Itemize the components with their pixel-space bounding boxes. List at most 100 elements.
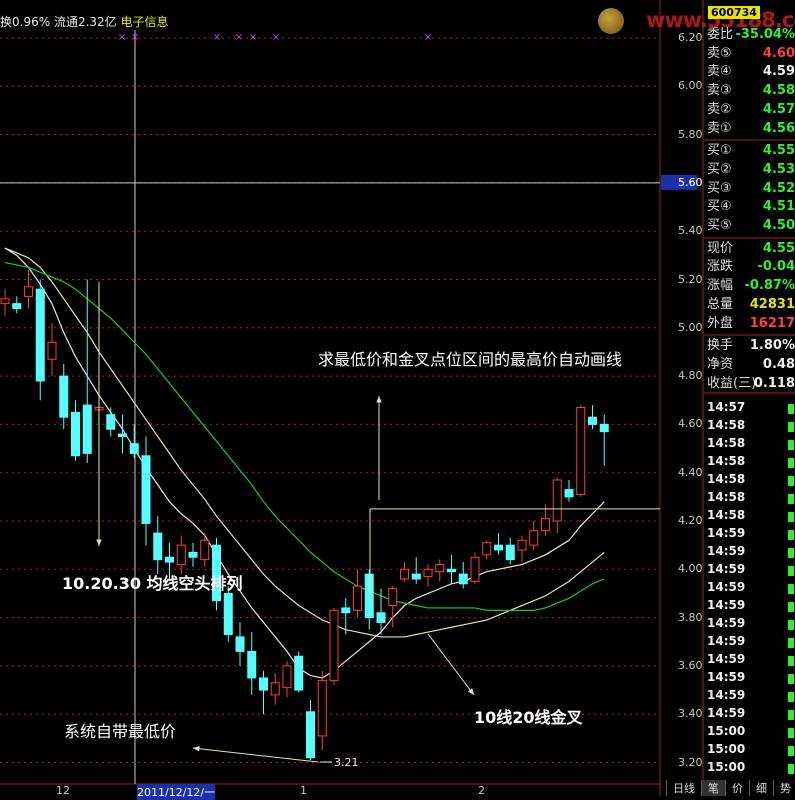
candle (1, 289, 9, 316)
stock-code[interactable]: 600734 (708, 6, 760, 19)
header-turnover: 换0.96% (0, 15, 50, 29)
candle-body (542, 519, 550, 531)
candle (412, 557, 420, 584)
order-book-row: 净资0.48 (705, 356, 795, 374)
tick-time: 14:58 (707, 418, 745, 432)
tick-direction-icon (788, 566, 794, 576)
kline-chart[interactable]: ×××××××3.21 (0, 0, 795, 796)
tick-direction-icon (788, 746, 794, 756)
tick-time: 15:00 (707, 724, 745, 738)
candles (1, 270, 608, 760)
order-book-row: 卖①4.56 (705, 120, 795, 138)
tick-direction-icon (788, 692, 794, 702)
order-book-value: 4.50 (763, 217, 795, 235)
order-book-label: 卖① (707, 120, 732, 138)
candle (295, 651, 303, 692)
order-book-label: 买① (707, 142, 732, 160)
event-marker: × (131, 32, 139, 43)
candle-body (412, 574, 420, 579)
tick-time: 14:59 (707, 652, 745, 666)
candle-body (271, 683, 279, 695)
order-book-value: 1.80% (750, 337, 795, 355)
y-tick-label: 4.80 (678, 369, 703, 382)
order-book-value: 4.59 (763, 63, 795, 81)
candle-body (224, 593, 232, 634)
bottom-tab[interactable]: 价 (725, 780, 749, 796)
bottom-tab[interactable]: 势 (773, 780, 795, 796)
arrow-head (96, 540, 101, 546)
candle-body (1, 299, 9, 304)
tick-direction-icon (788, 494, 794, 504)
candle (354, 569, 362, 617)
candle-body (318, 680, 326, 736)
candle-body (72, 412, 80, 455)
order-book-value: 4.60 (763, 45, 795, 63)
candle-body (248, 651, 256, 678)
bottom-tab[interactable]: 日线 (666, 780, 701, 796)
candle (154, 516, 162, 574)
y-tick-label: 3.60 (678, 659, 703, 672)
candle (424, 564, 432, 586)
order-book-value: 4.51 (763, 198, 795, 216)
order-book-label: 总量 (707, 296, 733, 314)
candle-body (154, 533, 162, 560)
candle-body (483, 543, 491, 555)
tick-time: 14:59 (707, 616, 745, 630)
candle (365, 569, 373, 629)
candle-body (354, 586, 362, 610)
y-tick-label: 6.20 (678, 31, 703, 44)
candle-body (177, 545, 185, 564)
order-book-row: 买①4.55 (705, 142, 795, 160)
candle-body (283, 666, 291, 688)
candle (330, 608, 338, 685)
watermark-logo-icon (598, 8, 624, 34)
order-book-label: 买③ (707, 180, 732, 198)
order-book-label: 收益(三) (707, 375, 756, 393)
candle-body (260, 678, 268, 690)
bottom-tab[interactable]: 笔 (701, 780, 725, 796)
tick-direction-icon (788, 422, 794, 432)
candle-body (295, 656, 303, 690)
tick-time: 14:59 (707, 526, 745, 540)
tick-time: 14:59 (707, 562, 745, 576)
candle-body (83, 405, 91, 453)
y-tick-label: 5.20 (678, 273, 703, 286)
candle (107, 407, 115, 436)
order-book-value: -35.04% (735, 26, 795, 44)
stock-header: 换0.96% 流通2.32亿 电子信息 (0, 13, 169, 30)
candle (224, 586, 232, 642)
candle (130, 424, 138, 458)
candle-body (506, 545, 514, 559)
candle-body (377, 613, 385, 623)
header-sector: 电子信息 (121, 15, 169, 29)
order-book-label: 委比 (707, 26, 733, 44)
y-tick-label: 6.00 (678, 79, 703, 92)
y-tick-label: 5.40 (678, 224, 703, 237)
order-book-label: 卖④ (707, 63, 732, 81)
candle (318, 671, 326, 751)
candle (60, 364, 68, 429)
candle (25, 270, 33, 309)
candle-body (36, 289, 44, 381)
order-book-value: 4.57 (763, 101, 795, 119)
candle (401, 562, 409, 581)
candle-body (589, 417, 597, 424)
candle (506, 538, 514, 565)
order-book-value: -0.04 (758, 258, 795, 276)
system-low-annotation: 系统自带最低价 (64, 718, 176, 742)
candle (48, 323, 56, 376)
system-low-arrow (193, 746, 318, 762)
candle (518, 535, 526, 562)
order-book-value: 4.58 (763, 82, 795, 100)
candle-body (577, 407, 585, 494)
candle-body (401, 569, 409, 579)
candle (271, 673, 279, 704)
candle-body (107, 415, 115, 429)
candle-body (189, 552, 197, 557)
tick-direction-icon (788, 728, 794, 738)
candle-body (495, 545, 503, 550)
y-tick-label: 5.00 (678, 321, 703, 334)
candle-body (471, 557, 479, 581)
candle (471, 552, 479, 583)
bottom-tab[interactable]: 细 (749, 780, 773, 796)
